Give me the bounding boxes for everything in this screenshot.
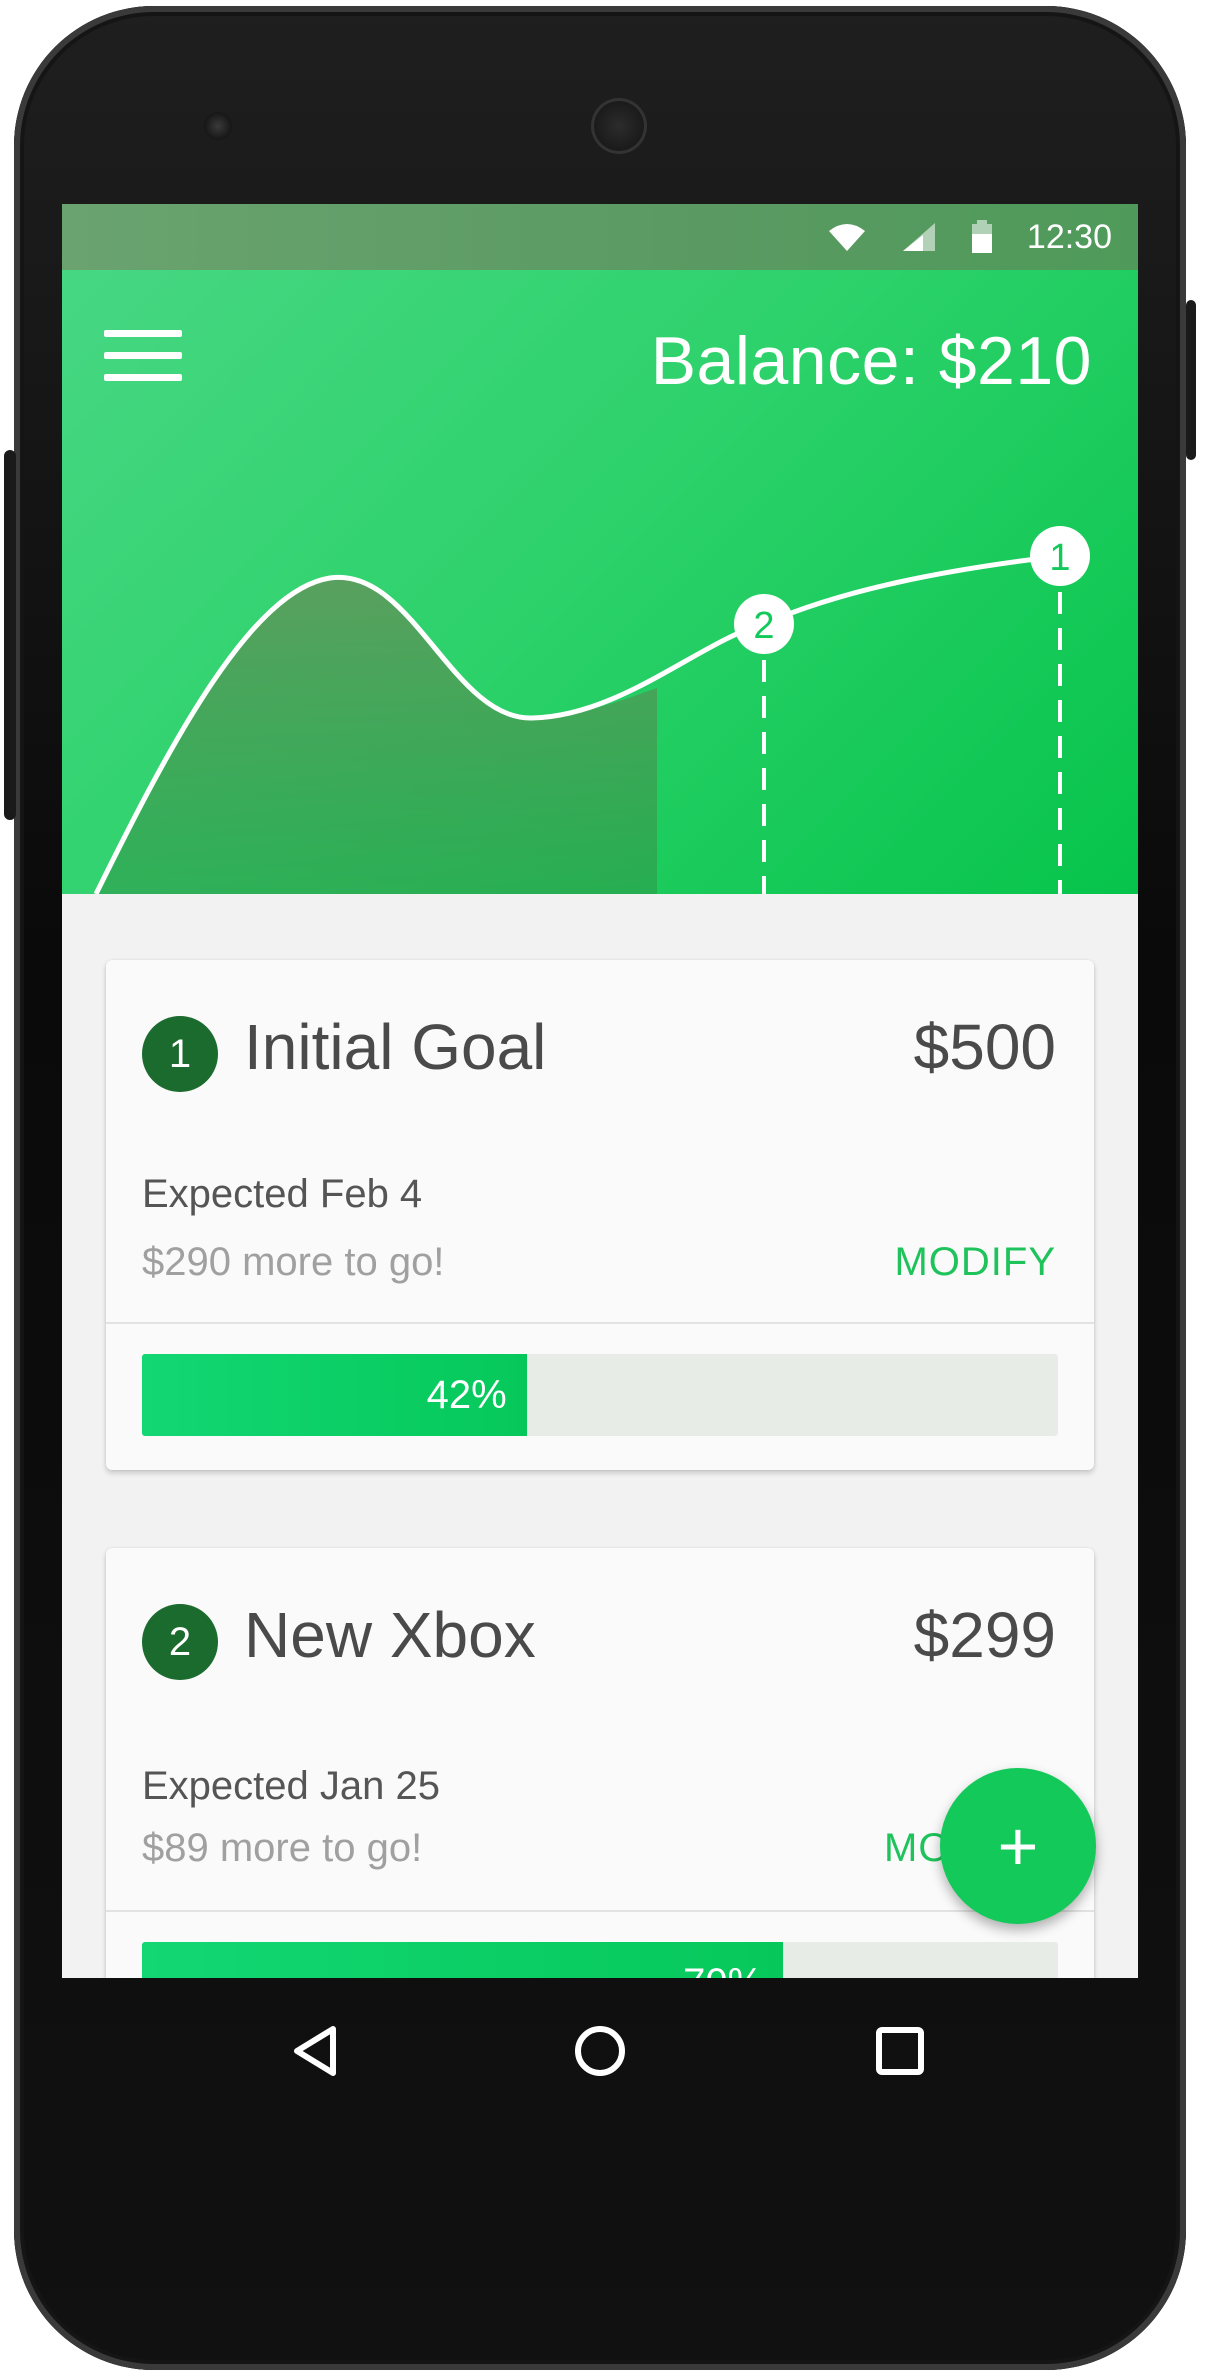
home-circle-icon[interactable]	[555, 2006, 645, 2096]
goal-2-marker-label: 2	[753, 605, 774, 647]
earpiece-speaker	[591, 98, 647, 154]
modify-button[interactable]: MODIFY	[894, 1240, 1056, 1285]
goal-progress-bar: 42%	[142, 1354, 1058, 1436]
status-bar: 12:30	[62, 204, 1138, 270]
goal-expected-date: Expected Feb 4	[142, 1172, 423, 1216]
goal-card[interactable]: 1 Initial Goal $500 Expected Feb 4 $290 …	[106, 960, 1094, 1470]
battery-icon	[971, 220, 992, 253]
status-time: 12:30	[1026, 217, 1112, 256]
goal-1-marker-label: 1	[1049, 537, 1070, 579]
goal-amount: $500	[913, 1011, 1056, 1083]
wifi-icon	[828, 224, 865, 251]
goal-progress-fill: 70%	[142, 1942, 784, 1978]
card-divider	[106, 1910, 1094, 1912]
volume-button	[4, 450, 16, 820]
goal-number-badge: 2	[142, 1604, 218, 1680]
goal-progress-bar: 70%	[142, 1942, 1058, 1978]
goal-name: New Xbox	[244, 1599, 536, 1671]
recents-square-icon[interactable]	[855, 2006, 945, 2096]
app-screen: 12:30 2 1 Balance: $210 1 Initial Goal $…	[62, 204, 1138, 1978]
goal-progress-label: 42%	[426, 1373, 507, 1417]
goal-card[interactable]: 2 New Xbox $299 Expected Jan 25 $89 more…	[106, 1548, 1094, 1978]
goal-name: Initial Goal	[244, 1011, 547, 1083]
goal-remaining: $89 more to go!	[142, 1826, 423, 1870]
goal-progress-label: 70%	[683, 1942, 763, 1978]
card-divider	[106, 1322, 1094, 1324]
system-nav-bar	[62, 1978, 1138, 2124]
goal-expected-date: Expected Jan 25	[142, 1764, 440, 1808]
power-button	[1186, 300, 1196, 460]
goal-remaining: $290 more to go!	[142, 1240, 445, 1284]
goal-progress-fill: 42%	[142, 1354, 527, 1436]
balance-header: 2 1 Balance: $210	[62, 270, 1138, 894]
hamburger-menu-icon[interactable]	[104, 330, 184, 390]
goal-number-badge: 1	[142, 1016, 218, 1092]
back-triangle-icon[interactable]	[270, 2006, 360, 2096]
goal-amount: $299	[913, 1599, 1056, 1671]
front-camera	[204, 112, 232, 140]
add-goal-button[interactable]: +	[940, 1768, 1096, 1924]
cell-signal-icon	[902, 223, 935, 251]
balance-title: Balance: $210	[650, 323, 1092, 399]
